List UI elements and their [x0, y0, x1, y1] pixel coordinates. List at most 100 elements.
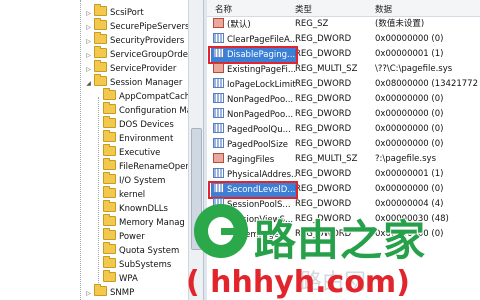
- value-data: 0x00000000 (0): [375, 124, 444, 134]
- tree-item[interactable]: ▷ ServiceGroupOrder: [85, 46, 191, 62]
- value-name: NonPagedPoo...: [227, 95, 294, 105]
- tree-scrollbar[interactable]: [188, 0, 203, 300]
- tree-item[interactable]: DOS Devices: [103, 116, 174, 131]
- value-type: REG_DWORD: [295, 139, 352, 149]
- tree-item[interactable]: I/O System: [103, 172, 165, 187]
- value-name: ExistingPageFi...: [227, 65, 296, 75]
- registry-value-row[interactable]: IoPageLockLimit REG_DWORD 0x08000000 (1342…: [207, 78, 480, 91]
- value-name: PagedPoolQu...: [227, 125, 291, 135]
- value-name: PhysicalAddres...: [227, 170, 297, 180]
- folder-icon: [103, 270, 116, 282]
- folder-icon: [103, 242, 116, 254]
- tree-item[interactable]: ▷ SecurePipeServers: [85, 18, 190, 34]
- collapse-arrow-icon[interactable]: ◢: [85, 77, 92, 90]
- binary-value-icon: [213, 33, 224, 43]
- value-type: REG_DWORD: [295, 79, 352, 89]
- folder-icon: [94, 46, 107, 58]
- value-type: REG_DWORD: [295, 184, 352, 194]
- tree-item-label: Power: [119, 232, 145, 242]
- tree-item[interactable]: Quota System: [103, 242, 180, 257]
- folder-icon: [103, 228, 116, 240]
- list-header: 名称 类型 数据: [207, 0, 480, 17]
- tree-guide-line: [98, 97, 99, 287]
- registry-key-tree: ▷ ScsiPort ▷ SecurePipeServers ▷ SecurityProv…: [0, 0, 204, 300]
- registry-value-row[interactable]: ClearPageFileA... REG_DWORD 0x00000000 (0): [207, 33, 480, 46]
- folder-icon: [94, 18, 107, 30]
- folder-icon: [103, 214, 116, 226]
- brand-logo-icon: [194, 204, 248, 258]
- string-value-icon: [213, 153, 224, 163]
- tree-item[interactable]: KnownDLLs: [103, 200, 168, 215]
- value-type: REG_DWORD: [295, 49, 352, 59]
- value-name: (默认): [227, 20, 251, 30]
- tree-item-label: ServiceProvider: [110, 64, 177, 74]
- registry-value-row[interactable]: (默认) REG_SZ (数值未设置): [207, 18, 480, 31]
- column-header-name[interactable]: 名称: [215, 3, 232, 15]
- tree-item[interactable]: kernel: [103, 186, 145, 201]
- registry-value-row[interactable]: NonPagedPoo... REG_DWORD 0x00000000 (0): [207, 108, 480, 121]
- expand-arrow-icon[interactable]: ▷: [85, 49, 92, 62]
- value-data: 0x00000000 (0): [375, 109, 444, 119]
- tree-item-label: KnownDLLs: [119, 204, 168, 214]
- tree-item-label: Memory Manag: [119, 218, 185, 228]
- value-data: 0x00000000 (0): [375, 184, 444, 194]
- tree-item-label: SecurityProviders: [110, 36, 185, 46]
- expand-arrow-icon[interactable]: ▷: [85, 35, 92, 48]
- registry-value-row[interactable]: NonPagedPoo... REG_DWORD 0x00000000 (0): [207, 93, 480, 106]
- value-name: NonPagedPoo...: [227, 110, 294, 120]
- value-type: REG_MULTI_SZ: [295, 64, 358, 74]
- folder-icon: [103, 158, 116, 170]
- registry-editor-window: ▷ ScsiPort ▷ SecurePipeServers ▷ SecurityProv…: [0, 0, 480, 300]
- tree-item-label: SNMP: [110, 288, 135, 298]
- tree-item-label: Quota System: [119, 246, 180, 256]
- tree-item[interactable]: ▷ SNMP: [85, 284, 135, 300]
- highlight-box: [208, 46, 298, 64]
- column-header-type[interactable]: 类型: [295, 3, 312, 15]
- expand-arrow-icon[interactable]: ▷: [85, 21, 92, 34]
- value-name: PagingFiles: [227, 155, 275, 165]
- value-data: (数值未设置): [375, 19, 425, 29]
- tree-item[interactable]: WPA: [103, 270, 138, 285]
- folder-icon: [103, 88, 116, 100]
- tree-guide-line: [80, 0, 81, 300]
- value-type: REG_DWORD: [295, 169, 352, 179]
- value-type: REG_DWORD: [295, 109, 352, 119]
- binary-value-icon: [213, 93, 224, 103]
- value-type: REG_MULTI_SZ: [295, 154, 358, 164]
- folder-icon: [103, 172, 116, 184]
- string-value-icon: [213, 18, 224, 28]
- column-header-data[interactable]: 数据: [375, 3, 392, 15]
- value-data: 0x00000001 (1): [375, 169, 444, 179]
- binary-value-icon: [213, 123, 224, 133]
- tree-item[interactable]: ◢ Session Manager: [85, 74, 183, 90]
- value-data: \??\C:\pagefile.sys: [375, 64, 453, 74]
- tree-item-label: ScsiPort: [110, 8, 144, 18]
- tree-item-label: SecurePipeServers: [110, 22, 190, 32]
- registry-value-row[interactable]: PhysicalAddres... REG_DWORD 0x00000001 (1): [207, 168, 480, 181]
- registry-value-row[interactable]: PagingFiles REG_MULTI_SZ ?:\pagefile.sys: [207, 153, 480, 166]
- tree-item-label: WPA: [119, 274, 138, 284]
- folder-icon: [103, 200, 116, 212]
- value-data: 0x00000000 (0): [375, 34, 444, 44]
- registry-value-row[interactable]: PagedPoolSize REG_DWORD 0x00000000 (0): [207, 138, 480, 151]
- binary-value-icon: [213, 168, 224, 178]
- tree-item[interactable]: AppCompatCache: [103, 88, 195, 103]
- tree-item[interactable]: Memory Manag: [103, 214, 185, 229]
- watermark-brand-text: 路由之家: [253, 215, 427, 266]
- expand-arrow-icon[interactable]: ▷: [85, 287, 92, 300]
- highlight-box: [208, 181, 298, 199]
- tree-item-label: Session Manager: [110, 78, 183, 88]
- tree-item[interactable]: SubSystems: [103, 256, 171, 271]
- value-type: REG_SZ: [295, 19, 329, 29]
- expand-arrow-icon[interactable]: ▷: [85, 7, 92, 20]
- expand-arrow-icon[interactable]: ▷: [85, 63, 92, 76]
- folder-icon: [94, 60, 107, 72]
- value-data: 0x00000001 (1): [375, 49, 444, 59]
- tree-item[interactable]: Executive: [103, 144, 160, 159]
- binary-value-icon: [213, 138, 224, 148]
- registry-value-row[interactable]: ExistingPageFi... REG_MULTI_SZ \??\C:\page…: [207, 63, 480, 76]
- value-data: ?:\pagefile.sys: [375, 154, 437, 164]
- value-type: REG_DWORD: [295, 124, 352, 134]
- registry-value-row[interactable]: PagedPoolQu... REG_DWORD 0x00000000 (0): [207, 123, 480, 136]
- tree-item[interactable]: Environment: [103, 130, 173, 145]
